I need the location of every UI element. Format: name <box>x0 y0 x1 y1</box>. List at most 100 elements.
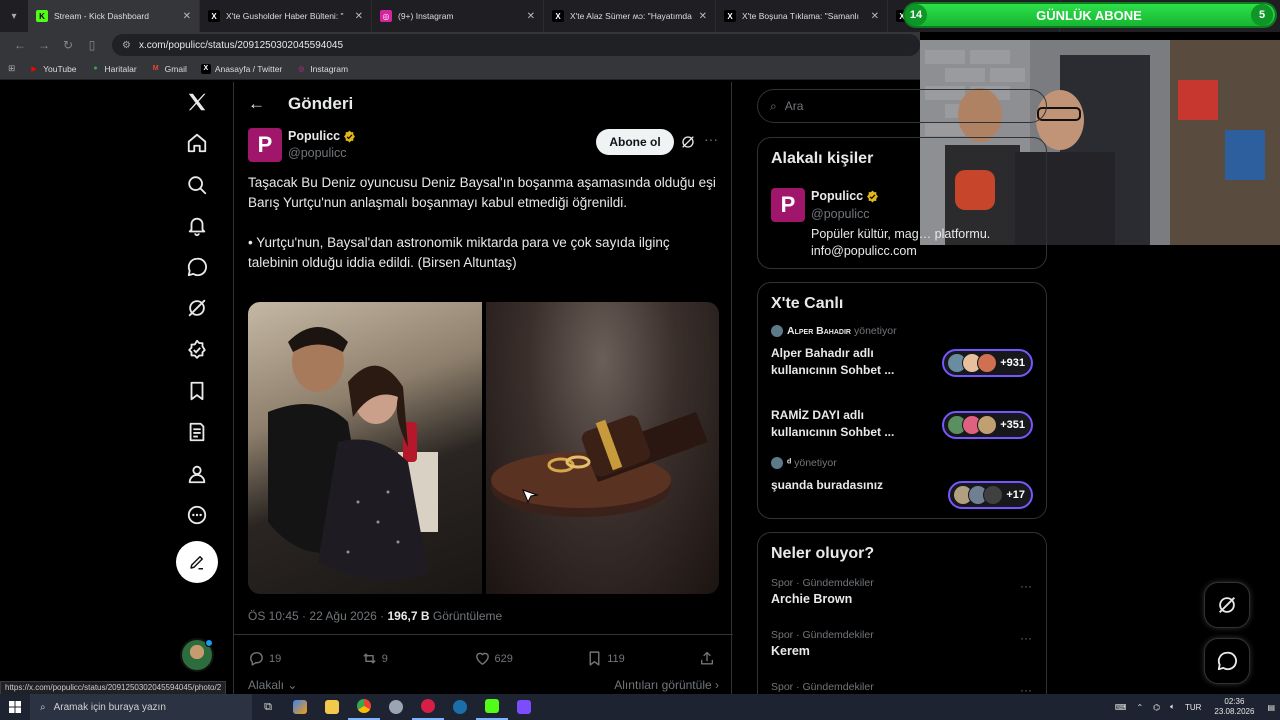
search-input[interactable]: ⌕ Ara <box>757 89 1047 123</box>
lang-indicator[interactable]: TUR <box>1185 703 1201 712</box>
trend-more-icon[interactable]: ··· <box>1020 579 1032 593</box>
trend-item[interactable]: Spor · Gündemdekiler Archie Brown ··· <box>758 573 1046 625</box>
app-gear-icon[interactable] <box>380 694 412 720</box>
bookmark-item[interactable]: ◎ Instagram <box>296 64 348 74</box>
listeners-pill[interactable]: +17 <box>948 481 1033 509</box>
bookmark-item[interactable]: M Gmail <box>151 64 187 74</box>
live-space-item[interactable]: RAMİZ DAYI adlı kullanıcının Sohbet ... +… <box>758 399 1046 455</box>
tab-close-icon[interactable]: ✕ <box>355 11 363 22</box>
reply-button[interactable]: 19 <box>248 650 328 667</box>
obs-icon[interactable] <box>412 694 444 720</box>
grok-explain-icon[interactable] <box>680 134 696 150</box>
repost-count: 9 <box>381 652 388 665</box>
profile-icon[interactable] <box>177 454 217 494</box>
forward-nav-icon[interactable]: → <box>32 38 56 52</box>
back-nav-icon[interactable]: ← <box>8 38 32 52</box>
view-quotes-link[interactable]: Alıntıları görüntüle › <box>614 678 719 692</box>
live-space-item[interactable]: Alper Bahadır adlı kullanıcının Sohbet .… <box>758 337 1046 399</box>
author-name-row[interactable]: Populicc <box>288 129 356 143</box>
copilot-icon[interactable] <box>284 694 316 720</box>
purple-app-icon[interactable] <box>508 694 540 720</box>
like-button[interactable]: 629 <box>474 650 554 667</box>
home-icon[interactable] <box>177 123 217 163</box>
bookmark-item[interactable]: ● Haritalar <box>91 64 136 74</box>
trend-item[interactable]: Spor · Gündemdekiler Kerem ··· <box>758 625 1046 677</box>
follow-button[interactable]: Abone ol <box>596 129 674 155</box>
browser-tab[interactable]: X X'te Gusholder Haber Bülteni: " ✕ <box>200 0 372 32</box>
related-name-row[interactable]: Populicc <box>811 189 879 203</box>
post-date[interactable]: 22 Ağu 2026 <box>309 609 376 623</box>
notifications-bell-icon[interactable] <box>177 206 217 246</box>
taskbar-search-input[interactable]: ⌕ Aramak için buraya yazın <box>30 694 252 720</box>
compose-post-button[interactable] <box>176 541 218 584</box>
author-handle[interactable]: @populicc <box>288 146 347 160</box>
notifications-center-icon[interactable]: ▤ <box>1267 703 1275 712</box>
post-more-icon[interactable]: ··· <box>704 131 718 147</box>
volume-icon[interactable]: 🔈︎ <box>1170 702 1175 712</box>
explore-search-icon[interactable] <box>177 165 217 205</box>
related-name[interactable]: Populicc <box>811 189 863 203</box>
photo-couple[interactable] <box>248 302 482 594</box>
browser-tab[interactable]: K Stream - Kick Dashboard ✕ <box>28 0 200 32</box>
bookmark-button[interactable]: 119 <box>586 650 666 667</box>
articles-icon[interactable] <box>177 412 217 452</box>
steam-icon[interactable] <box>444 694 476 720</box>
bookmark-item[interactable]: ▶ YouTube <box>29 64 76 74</box>
related-people-title: Alakalı kişiler <box>771 150 874 167</box>
messages-fab-button[interactable] <box>1204 638 1250 684</box>
bookmark-favicon-icon: ● <box>93 65 98 72</box>
reload-icon[interactable]: ↻ <box>56 38 80 52</box>
author-name[interactable]: Populicc <box>288 129 340 143</box>
listeners-pill[interactable]: +351 <box>942 411 1033 439</box>
network-icon[interactable]: ⌬ <box>1153 703 1160 712</box>
post-time[interactable]: ÖS 10:45 <box>248 609 299 623</box>
url-field[interactable]: ⚙ x.com/populicc/status/2091250302045594… <box>112 34 920 56</box>
repost-button[interactable]: 9 <box>361 650 441 667</box>
listeners-pill[interactable]: +931 <box>942 349 1033 377</box>
kick-app-icon[interactable] <box>476 694 508 720</box>
tab-close-icon[interactable]: ✕ <box>527 11 535 22</box>
bookmark-label: Instagram <box>310 63 349 74</box>
more-options-icon[interactable] <box>177 495 217 535</box>
tab-close-icon[interactable]: ✕ <box>183 11 191 22</box>
trend-meta: Spor · Gündemdekiler <box>771 577 874 589</box>
browser-tab[interactable]: X X'te Alaz Sümer ʍɔ: "Hayatımda ✕ <box>544 0 716 32</box>
file-explorer-icon[interactable] <box>316 694 348 720</box>
photo-gavel-rings[interactable] <box>485 302 719 594</box>
account-avatar[interactable] <box>180 638 214 672</box>
apps-grid-icon[interactable]: ⊞ <box>8 63 15 74</box>
live-space-item[interactable]: şuanda buradasınız +17 <box>758 469 1046 525</box>
x-logo-icon[interactable] <box>177 82 217 122</box>
browser-tab[interactable]: X X'te Boşuna Tıklama: "Samanlı ✕ <box>716 0 888 32</box>
site-info-icon[interactable]: ⚙ <box>122 40 131 51</box>
share-button[interactable] <box>699 650 719 667</box>
split-view-icon[interactable]: ▯ <box>80 38 104 52</box>
related-avatar[interactable]: P <box>771 188 805 222</box>
browser-tab[interactable]: ◎ (9+) Instagram ✕ <box>372 0 544 32</box>
tab-close-icon[interactable]: ✕ <box>699 11 707 22</box>
trend-more-icon[interactable]: ··· <box>1020 631 1032 645</box>
taskbar-search-placeholder: Aramak için buraya yazın <box>53 701 166 713</box>
bookmark-item[interactable]: X Anasayfa / Twitter <box>200 63 282 74</box>
bookmarks-icon[interactable] <box>177 371 217 411</box>
tab-close-icon[interactable]: ✕ <box>871 11 879 22</box>
chrome-icon[interactable] <box>348 694 380 720</box>
grok-fab-button[interactable] <box>1204 582 1250 628</box>
tray-chevron-up-icon[interactable]: ⌃ <box>1136 703 1143 712</box>
system-tray: ⌨ ⌃ ⌬ 🔈︎ TUR 02:36 23.08.2026 ▤ <box>1110 694 1280 720</box>
keyboard-icon[interactable]: ⌨ <box>1115 703 1127 712</box>
clock[interactable]: 02:36 23.08.2026 <box>1214 697 1254 717</box>
bookmark-label: YouTube <box>43 63 77 74</box>
related-dropdown[interactable]: Alakalı ⌄ <box>248 678 297 692</box>
related-handle[interactable]: @populicc <box>811 207 870 221</box>
chat-bubble-icon[interactable] <box>177 247 217 287</box>
back-arrow-icon[interactable]: ← <box>248 94 288 114</box>
author-avatar[interactable]: P <box>248 128 282 162</box>
task-view-icon[interactable]: ⧉ <box>252 694 284 720</box>
tab-search-icon[interactable]: ▾ <box>0 0 28 32</box>
start-windows-icon[interactable] <box>0 701 30 713</box>
live-space-title: şuanda buradasınız <box>771 478 884 492</box>
verified-orgs-icon[interactable] <box>177 330 217 370</box>
grok-icon[interactable] <box>177 288 217 328</box>
live-space-title: Alper Bahadır adlı kullanıcının Sohbet .… <box>771 346 895 377</box>
